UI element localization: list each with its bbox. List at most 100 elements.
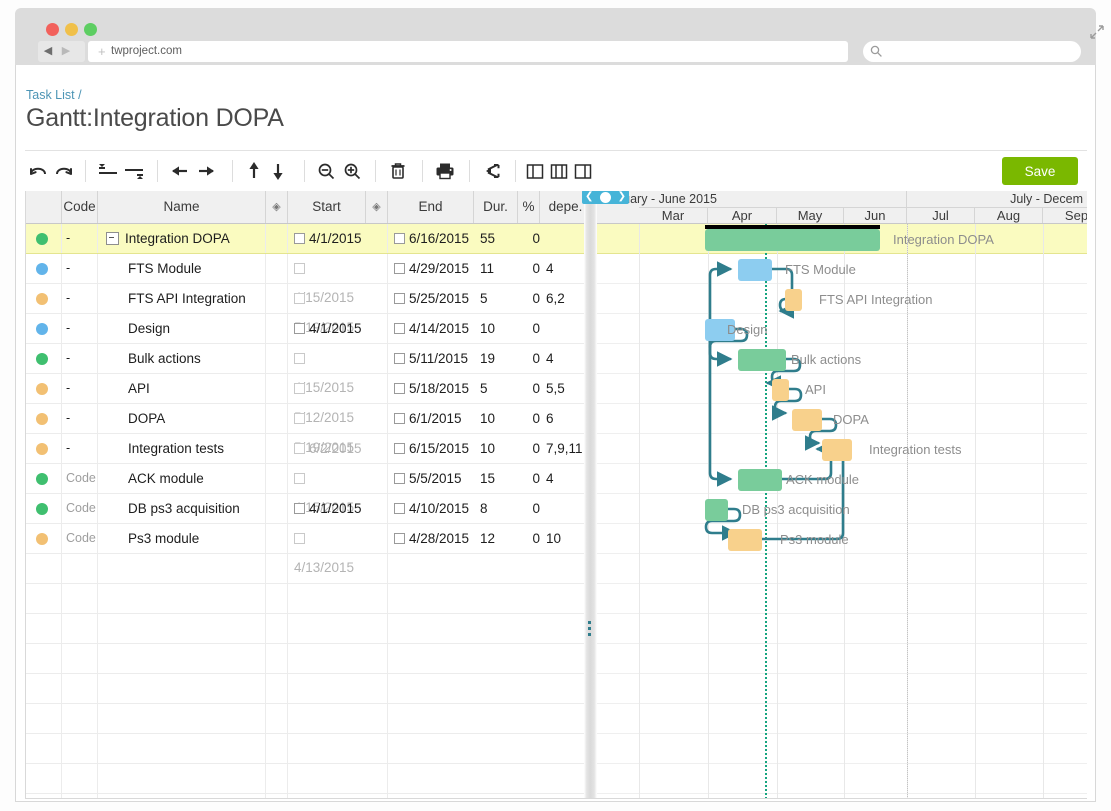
cell-end[interactable]: 4/10/2015 bbox=[388, 494, 474, 523]
cell-duration[interactable]: 5 bbox=[474, 284, 518, 313]
cell-depends[interactable]: 6 bbox=[540, 404, 584, 433]
cell-empty[interactable] bbox=[540, 704, 584, 733]
task-row[interactable]: -Integration tests6/2/20156/15/20151007,… bbox=[26, 434, 584, 464]
layout-left-button[interactable] bbox=[523, 151, 547, 191]
cell-empty[interactable] bbox=[540, 584, 584, 613]
cell-code[interactable]: - bbox=[62, 314, 98, 343]
cell-empty[interactable] bbox=[98, 764, 266, 793]
cell-status[interactable] bbox=[26, 374, 62, 403]
cell-empty[interactable] bbox=[266, 554, 288, 583]
cell-empty[interactable] bbox=[540, 614, 584, 643]
cell-empty[interactable] bbox=[98, 794, 266, 799]
end-milestone-checkbox[interactable] bbox=[394, 353, 405, 364]
cell-code[interactable]: - bbox=[62, 284, 98, 313]
cell-percent[interactable]: 0 bbox=[518, 224, 540, 253]
move-up-button[interactable] bbox=[242, 151, 266, 191]
cell-empty[interactable] bbox=[474, 734, 518, 763]
status-dot[interactable] bbox=[36, 413, 48, 425]
cell-empty[interactable] bbox=[518, 794, 540, 799]
cell-empty[interactable] bbox=[98, 674, 266, 703]
end-milestone-checkbox[interactable] bbox=[394, 413, 405, 424]
cell-end[interactable]: 4/29/2015 bbox=[388, 254, 474, 283]
cell-empty[interactable] bbox=[288, 644, 366, 673]
cell-start[interactable]: 4/1/2015 bbox=[288, 494, 366, 523]
cell-name[interactable]: Integration tests bbox=[98, 434, 266, 463]
column-header-status[interactable] bbox=[26, 191, 62, 223]
cell-empty[interactable] bbox=[98, 734, 266, 763]
cell-empty[interactable] bbox=[266, 644, 288, 673]
cell-empty[interactable] bbox=[388, 644, 474, 673]
timeline-nav-control[interactable]: ❮ ❯ bbox=[582, 191, 629, 204]
cell-empty[interactable] bbox=[474, 644, 518, 673]
gantt-bar[interactable] bbox=[792, 409, 822, 431]
start-milestone-checkbox[interactable] bbox=[294, 383, 305, 394]
cell-status[interactable] bbox=[26, 524, 62, 553]
task-row-empty[interactable] bbox=[26, 734, 584, 764]
end-milestone-checkbox[interactable] bbox=[394, 473, 405, 484]
status-dot[interactable] bbox=[36, 353, 48, 365]
cell-name[interactable]: Design bbox=[98, 314, 266, 343]
status-dot[interactable] bbox=[36, 503, 48, 515]
print-button[interactable] bbox=[432, 151, 458, 191]
cell-start_flag[interactable] bbox=[266, 494, 288, 523]
cell-status[interactable] bbox=[26, 404, 62, 433]
cell-name[interactable]: Bulk actions bbox=[98, 344, 266, 373]
task-row[interactable]: -Design4/1/20154/14/2015100 bbox=[26, 314, 584, 344]
cell-code[interactable]: Code bbox=[62, 464, 98, 493]
cell-percent[interactable]: 0 bbox=[518, 494, 540, 523]
cell-empty[interactable] bbox=[474, 794, 518, 799]
start-milestone-checkbox[interactable] bbox=[294, 413, 305, 424]
cell-end[interactable]: 4/28/2015 bbox=[388, 524, 474, 553]
cell-status[interactable] bbox=[26, 254, 62, 283]
cell-duration[interactable]: 11 bbox=[474, 254, 518, 283]
cell-duration[interactable]: 10 bbox=[474, 314, 518, 343]
cell-end_flag[interactable] bbox=[366, 344, 388, 373]
cell-empty[interactable] bbox=[388, 584, 474, 613]
cell-code[interactable]: - bbox=[62, 344, 98, 373]
cell-empty[interactable] bbox=[518, 674, 540, 703]
cell-depends[interactable] bbox=[540, 494, 584, 523]
cell-duration[interactable]: 10 bbox=[474, 404, 518, 433]
start-milestone-checkbox[interactable] bbox=[294, 233, 305, 244]
end-milestone-checkbox[interactable] bbox=[394, 503, 405, 514]
zoom-out-button[interactable] bbox=[314, 151, 340, 191]
cell-empty[interactable] bbox=[518, 584, 540, 613]
cell-code[interactable]: Code bbox=[62, 524, 98, 553]
cell-duration[interactable]: 10 bbox=[474, 434, 518, 463]
cell-status[interactable] bbox=[26, 314, 62, 343]
cell-duration[interactable]: 5 bbox=[474, 374, 518, 403]
cell-empty[interactable] bbox=[288, 584, 366, 613]
cell-empty[interactable] bbox=[474, 614, 518, 643]
gantt-bar[interactable] bbox=[772, 379, 789, 401]
cell-empty[interactable] bbox=[62, 764, 98, 793]
cell-depends[interactable]: 4 bbox=[540, 254, 584, 283]
cell-empty[interactable] bbox=[26, 764, 62, 793]
cell-end_flag[interactable] bbox=[366, 374, 388, 403]
end-milestone-checkbox[interactable] bbox=[394, 263, 405, 274]
cell-empty[interactable] bbox=[366, 764, 388, 793]
task-row[interactable]: CodeDB ps3 acquisition4/1/20154/10/20158… bbox=[26, 494, 584, 524]
cell-start[interactable]: 6/2/2015 bbox=[288, 434, 366, 463]
cell-end_flag[interactable] bbox=[366, 464, 388, 493]
cell-end[interactable]: 5/5/2015 bbox=[388, 464, 474, 493]
layout-right-button[interactable] bbox=[571, 151, 595, 191]
cell-empty[interactable] bbox=[474, 554, 518, 583]
cell-empty[interactable] bbox=[474, 704, 518, 733]
cell-empty[interactable] bbox=[62, 794, 98, 799]
status-dot[interactable] bbox=[36, 383, 48, 395]
cell-empty[interactable] bbox=[62, 704, 98, 733]
task-row-empty[interactable] bbox=[26, 674, 584, 704]
end-milestone-checkbox[interactable] bbox=[394, 383, 405, 394]
start-milestone-checkbox[interactable] bbox=[294, 353, 305, 364]
cell-empty[interactable] bbox=[366, 674, 388, 703]
cell-depends[interactable]: 4 bbox=[540, 344, 584, 373]
cell-depends[interactable]: 5,5 bbox=[540, 374, 584, 403]
cell-end[interactable]: 5/18/2015 bbox=[388, 374, 474, 403]
cell-empty[interactable] bbox=[518, 734, 540, 763]
column-header-depends[interactable]: depe. bbox=[540, 191, 584, 223]
cell-empty[interactable] bbox=[98, 554, 266, 583]
cell-end_flag[interactable] bbox=[366, 314, 388, 343]
cell-empty[interactable] bbox=[388, 794, 474, 799]
gantt-bar[interactable] bbox=[728, 529, 762, 551]
cell-empty[interactable] bbox=[366, 644, 388, 673]
